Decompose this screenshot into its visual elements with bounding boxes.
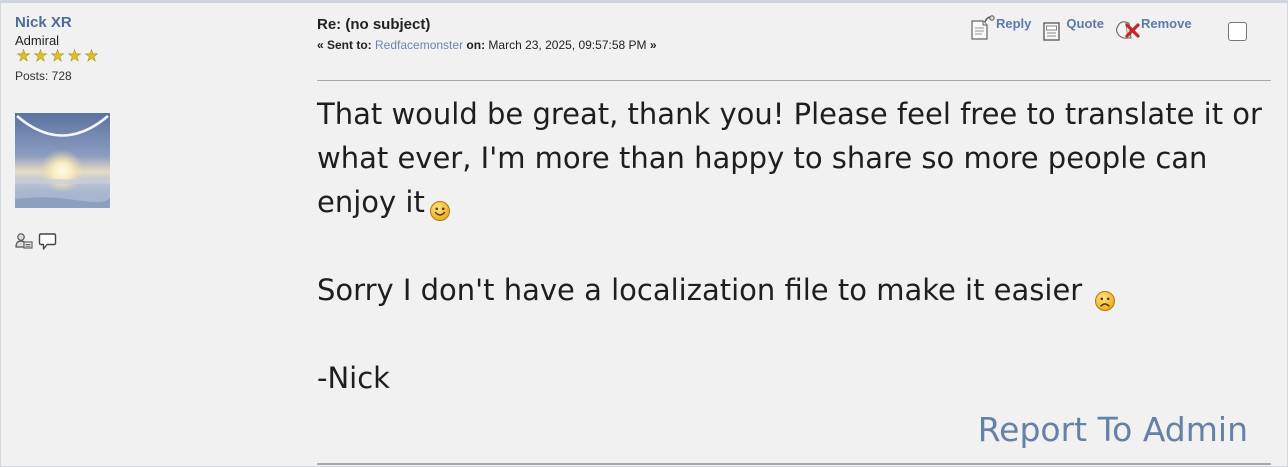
star-icon: ★ [84, 48, 99, 65]
reply-label: Reply [996, 16, 1032, 31]
poster-info: Nick XR Admiral ★ ★ ★ ★ ★ Posts: 728 [15, 14, 125, 83]
profile-icon[interactable] [15, 232, 34, 251]
select-message-checkbox[interactable] [1228, 22, 1247, 41]
paragraph-text: Sorry I don't have a localization file t… [317, 273, 1083, 307]
header-divider [317, 80, 1271, 81]
star-icon: ★ [67, 48, 82, 65]
reply-icon [971, 15, 995, 40]
poster-post-count: Posts: 728 [15, 69, 72, 83]
remove-icon [1115, 21, 1140, 39]
message-paragraph: Sorry I don't have a localization file t… [317, 268, 1277, 312]
report-to-admin-link[interactable]: Report To Admin [978, 408, 1248, 452]
recipient-link[interactable]: Redfacemonster [375, 38, 463, 52]
message-actions: Reply Quote Remove [968, 14, 1201, 44]
star-icon: ★ [50, 48, 65, 65]
sent-date: March 23, 2025, 09:57:58 PM [488, 38, 647, 52]
message-icon[interactable] [38, 232, 57, 251]
quote-icon [1043, 22, 1061, 41]
smiley-icon [429, 190, 451, 221]
top-divider [0, 0, 1288, 3]
footer-divider [317, 463, 1271, 465]
poster-name[interactable]: Nick XR [15, 14, 125, 32]
sent-info: « Sent to: Redfacemonster on: March 23, … [317, 38, 657, 52]
remove-label: Remove [1140, 16, 1192, 31]
message-subject[interactable]: Re: (no subject) [317, 16, 430, 33]
sent-suffix: » [649, 38, 657, 52]
remove-button[interactable]: Remove [1113, 14, 1192, 42]
quote-button[interactable]: Quote [1040, 14, 1104, 42]
rank-stars: ★ ★ ★ ★ ★ [15, 48, 125, 65]
message-paragraph: That would be great, thank you! Please f… [317, 92, 1277, 224]
sad-icon [1094, 280, 1116, 311]
signature: -Nick [317, 361, 390, 395]
date-prefix: on: [466, 38, 486, 52]
profile-icons [15, 232, 57, 251]
sent-prefix: « Sent to: [317, 38, 372, 52]
reply-button[interactable]: Reply [968, 14, 1031, 42]
paragraph-text: That would be great, thank you! Please f… [317, 97, 1262, 219]
star-icon: ★ [33, 48, 48, 65]
message-body: That would be great, thank you! Please f… [317, 92, 1277, 400]
star-icon: ★ [16, 48, 31, 65]
poster-rank: Admiral [15, 33, 60, 48]
quote-label: Quote [1066, 16, 1104, 31]
avatar [15, 113, 110, 208]
